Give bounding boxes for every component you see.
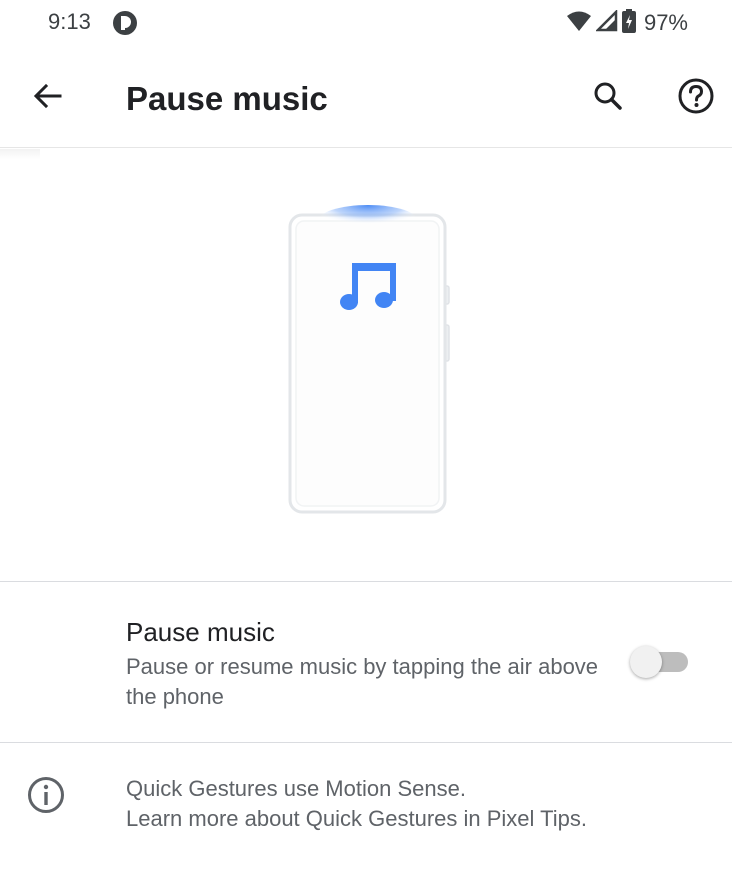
status-icons: 97% (566, 8, 688, 38)
phone-illustration (288, 205, 450, 514)
status-bar: 9:13 97% (0, 0, 732, 48)
help-button[interactable] (672, 74, 720, 122)
wifi-icon (566, 10, 592, 37)
search-icon (592, 80, 624, 117)
app-bar: Pause music (0, 48, 732, 148)
battery-icon (621, 8, 636, 38)
battery-percent: 97% (643, 10, 688, 35)
toggle-thumb (630, 646, 662, 678)
pause-music-toggle[interactable] (628, 644, 692, 680)
pixel-tips-link[interactable]: Learn more about Quick Gestures in Pixel… (126, 804, 587, 834)
setting-title: Pause music (126, 617, 275, 647)
pause-music-setting[interactable]: Pause music Pause or resume music by tap… (0, 582, 732, 742)
notification-icon (112, 10, 138, 36)
back-button[interactable] (24, 74, 72, 122)
info-icon (27, 776, 65, 814)
help-icon (677, 77, 715, 120)
search-button[interactable] (584, 74, 632, 122)
settings-screen: 9:13 97% Pause music Pause music Pause o… (0, 0, 732, 890)
cellular-signal-icon (594, 8, 618, 37)
setting-summary: Pause or resume music by tapping the air… (126, 654, 599, 709)
status-time: 9:13 (48, 9, 91, 34)
gesture-illustration (0, 149, 732, 581)
info-footer: Quick Gestures use Motion Sense. Learn m… (0, 743, 732, 890)
back-arrow-icon (32, 80, 64, 117)
info-text-line-1: Quick Gestures use Motion Sense. (126, 776, 466, 801)
page-title: Pause music (126, 80, 328, 117)
